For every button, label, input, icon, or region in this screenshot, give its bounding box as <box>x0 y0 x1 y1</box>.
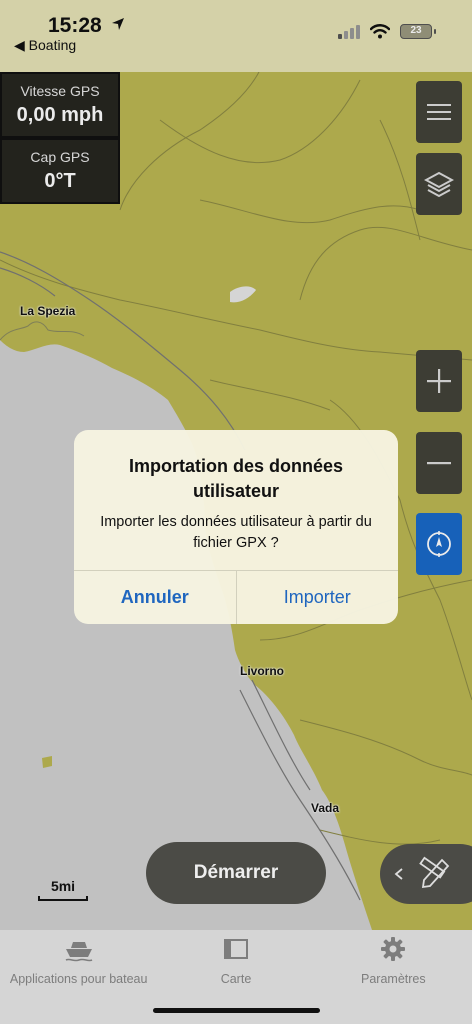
tab-settings[interactable]: Paramètres <box>315 930 472 1024</box>
cancel-button[interactable]: Annuler <box>74 571 237 624</box>
map-icon <box>223 939 248 959</box>
scale-label: 5mi <box>50 878 76 894</box>
tab-label: Carte <box>220 972 252 986</box>
tab-boat-apps[interactable]: Applications pour bateau <box>0 930 157 1024</box>
ruler-pencil-icon <box>419 856 450 889</box>
route-tools-toggle[interactable] <box>380 844 472 904</box>
gear-icon <box>381 937 406 961</box>
import-alert-dialog: Importation des données utilisateur Impo… <box>74 430 398 624</box>
scale-bar <box>38 896 88 901</box>
boat-icon <box>65 942 93 962</box>
tab-label: Applications pour bateau <box>9 972 148 986</box>
map-scale: 5mi <box>38 878 88 901</box>
tab-label: Paramètres <box>361 972 426 986</box>
dialog-title: Importation des données utilisateur <box>128 456 344 501</box>
dialog-actions: Annuler Importer <box>74 570 398 624</box>
home-indicator[interactable] <box>153 1008 320 1013</box>
import-button[interactable]: Importer <box>237 571 399 624</box>
chevron-left-icon <box>394 868 403 880</box>
start-button[interactable]: Démarrer <box>146 842 326 904</box>
dialog-message: Importer les données utilisateur à parti… <box>100 514 372 551</box>
